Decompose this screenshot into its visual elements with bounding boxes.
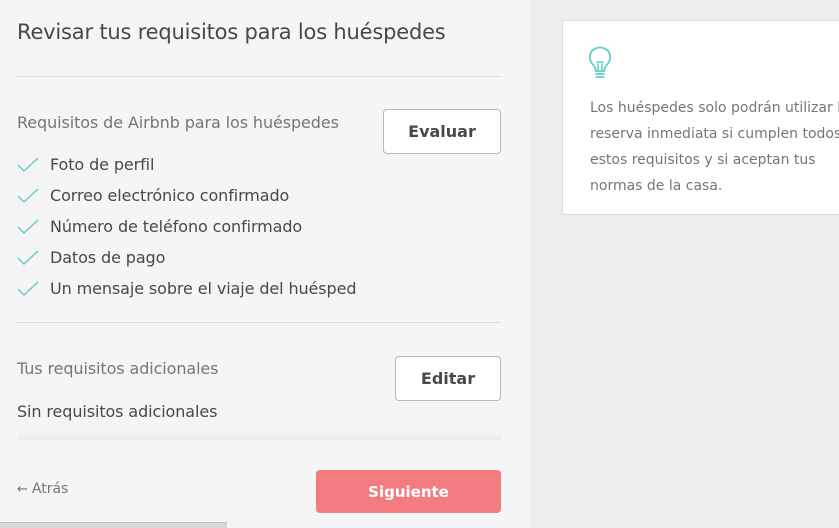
requirement-label: Correo electrónico confirmado [50,186,290,205]
requirement-item: Un mensaje sobre el viaje del huésped [17,273,437,304]
bottom-scrollbar[interactable] [0,522,227,528]
check-icon [17,187,39,203]
requirement-label: Foto de perfil [50,155,155,174]
edit-button[interactable]: Editar [395,356,501,401]
requirement-item: Foto de perfil [17,149,437,180]
arrow-left-icon: ← [17,481,28,497]
check-icon [17,156,39,172]
requirement-item: Número de teléfono confirmado [17,211,437,242]
requirement-label: Datos de pago [50,248,166,267]
back-link[interactable]: ← Atrás [17,481,68,497]
additional-requirements-value: Sin requisitos adicionales [17,402,218,421]
title-divider [17,76,501,77]
requirement-item: Datos de pago [17,242,437,273]
check-icon [17,280,39,296]
requirement-label: Un mensaje sobre el viaje del huésped [50,279,357,298]
lightbulb-icon [588,46,612,78]
main-panel: Revisar tus requisitos para los huéspede… [0,0,530,528]
back-label: Atrás [31,481,69,497]
check-icon [17,249,39,265]
requirement-label: Número de teléfono confirmado [50,217,303,236]
next-button[interactable]: Siguiente [316,470,501,513]
check-icon [17,218,39,234]
evaluate-button[interactable]: Evaluar [383,109,501,154]
section-fade [17,432,501,440]
tip-card: Los huéspedes solo podrán utilizar la re… [562,20,839,215]
section-divider [17,322,501,323]
requirements-list: Foto de perfil Correo electrónico confir… [17,149,437,304]
page-title: Revisar tus requisitos para los huéspede… [17,20,446,44]
airbnb-requirements-label: Requisitos de Airbnb para los huéspedes [17,113,339,132]
requirement-item: Correo electrónico confirmado [17,180,437,211]
tip-text: Los huéspedes solo podrán utilizar la re… [590,100,839,194]
additional-requirements-label: Tus requisitos adicionales [17,359,219,378]
